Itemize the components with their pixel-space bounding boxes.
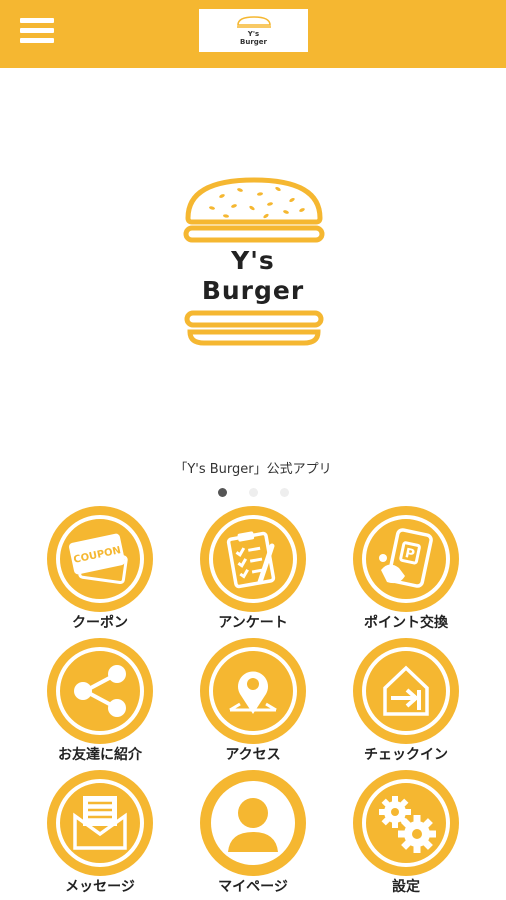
menu-tile-point-exchange[interactable]: P ポイント交換 [331,500,481,632]
share-circle [47,638,153,744]
hamburger-menu-icon[interactable] [18,14,58,48]
menu-label: マイページ [218,879,288,895]
slider-pagination [0,488,506,498]
map-pin-icon [209,647,297,735]
burger-mini-icon [236,15,271,28]
menu-tile-message[interactable]: メッセージ [25,764,175,896]
menu-label: メッセージ [65,879,135,895]
menu-grid: COUPON クーポン アンケート P ポイント交換 お友達に紹介 アクセス チ… [0,500,506,900]
share-icon [56,647,144,735]
menu-tile-access[interactable]: アクセス [178,632,328,764]
checkin-icon [362,647,450,735]
gear-icon [362,779,450,867]
header-logo-line2: Burger [240,37,267,46]
hero-logo-line1: Y's [231,246,275,275]
message-circle [47,770,153,876]
header-logo[interactable]: Y's Burger [199,9,308,52]
menu-tile-mypage[interactable]: マイページ [178,764,328,896]
menu-label: チェックイン [364,747,448,763]
menu-tile-coupon[interactable]: COUPON クーポン [25,500,175,632]
point-circle: P [353,506,459,612]
hero-logo-line2: Burger [201,276,305,305]
mypage-circle [200,770,306,876]
menu-label: アクセス [225,747,281,763]
menu-tile-refer-friend[interactable]: お友達に紹介 [25,632,175,764]
hero-caption: 「Y's Burger」公式アプリ [174,462,332,477]
clipboard-icon [209,515,297,603]
menu-label: 設定 [392,879,420,895]
settings-circle [353,770,459,876]
menu-tile-survey[interactable]: アンケート [178,500,328,632]
message-icon [56,779,144,867]
user-icon [211,781,295,865]
burger-bun-bottom-icon [184,310,324,346]
menu-label: クーポン [72,615,128,631]
menu-label: お友達に紹介 [58,747,142,763]
slider-dot[interactable] [249,488,258,497]
coupon-icon: COUPON [56,515,144,603]
svg-text:P: P [404,546,416,563]
access-circle [200,638,306,744]
burger-bun-top-icon [183,177,325,243]
menu-tile-settings[interactable]: 設定 [331,764,481,896]
hero-slider[interactable]: Y's Burger 「Y's Burger」公式アプリ [0,68,506,497]
app-header: Y's Burger [0,0,506,68]
menu-tile-checkin[interactable]: チェックイン [331,632,481,764]
menu-label: アンケート [218,615,288,631]
header-logo-line1: Y's [247,29,260,38]
point-exchange-icon: P [362,515,450,603]
menu-label: ポイント交換 [364,615,448,631]
checkin-circle [353,638,459,744]
slider-dot[interactable] [218,488,227,497]
survey-circle [200,506,306,612]
coupon-circle: COUPON [47,506,153,612]
slider-dot[interactable] [280,488,289,497]
